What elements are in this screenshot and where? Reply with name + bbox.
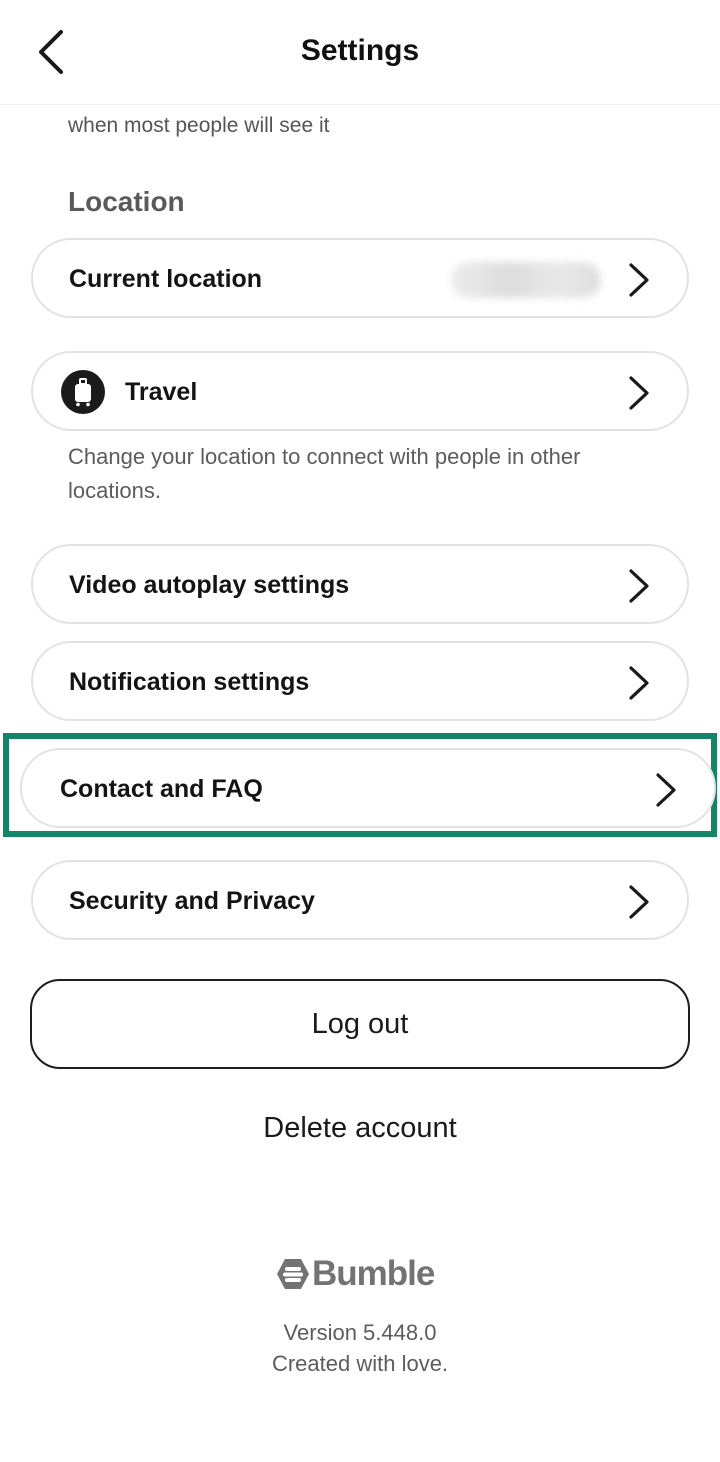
travel-label: Travel <box>125 378 198 406</box>
travel-row[interactable]: Travel <box>31 351 689 431</box>
brand-logo: Bumble <box>276 1252 435 1296</box>
location-heading: Location <box>68 186 185 217</box>
chevron-right-icon <box>629 885 649 919</box>
header-bar: Settings <box>0 0 720 105</box>
contact-faq-label: Contact and FAQ <box>60 775 263 803</box>
chevron-right-icon <box>629 263 649 297</box>
chevron-right-icon <box>629 666 649 700</box>
tagline-text: Created with love. <box>271 1351 449 1376</box>
logout-button[interactable]: Log out <box>30 979 690 1069</box>
brand-name: Bumble <box>312 1254 435 1293</box>
page-title: Settings <box>300 34 420 67</box>
current-location-label: Current location <box>69 265 263 293</box>
blurred-location-value <box>451 262 601 298</box>
notification-settings-label: Notification settings <box>69 668 310 696</box>
suitcase-icon <box>61 370 105 414</box>
scrolled-description: when most people will see it <box>68 114 330 137</box>
security-privacy-row[interactable]: Security and Privacy <box>31 860 689 940</box>
notification-settings-row[interactable]: Notification settings <box>31 641 689 721</box>
settings-screen: Settings when most people will see it Lo… <box>0 0 720 1462</box>
contact-faq-row[interactable]: Contact and FAQ <box>20 748 716 828</box>
bumble-logo-icon <box>277 1259 309 1289</box>
chevron-right-icon <box>656 773 676 807</box>
delete-account-link[interactable]: Delete account <box>0 1112 720 1145</box>
security-privacy-label: Security and Privacy <box>69 887 315 915</box>
video-autoplay-label: Video autoplay settings <box>69 571 350 599</box>
chevron-right-icon <box>629 376 649 410</box>
highlight-frame: Contact and FAQ <box>3 733 717 837</box>
chevron-right-icon <box>629 569 649 603</box>
current-location-row[interactable]: Current location <box>31 238 689 318</box>
version-text: Version 5.448.0 <box>283 1320 437 1345</box>
travel-helper-text: Change your location to connect with peo… <box>68 444 581 503</box>
video-autoplay-row[interactable]: Video autoplay settings <box>31 544 689 624</box>
